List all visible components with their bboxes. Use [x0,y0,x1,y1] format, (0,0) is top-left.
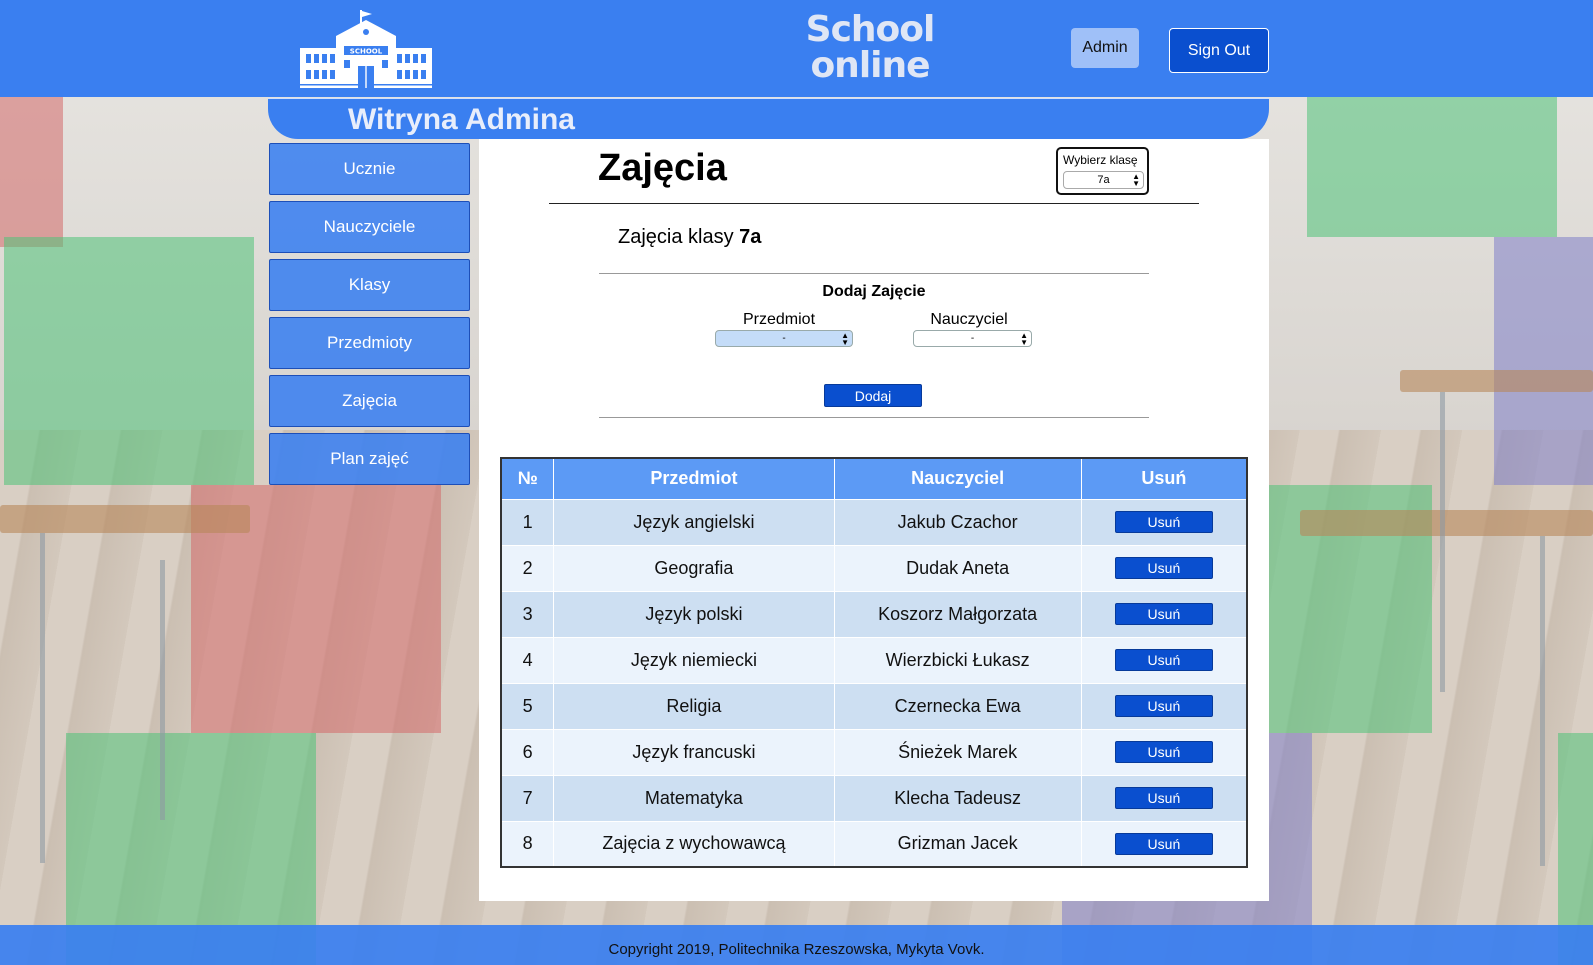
subject-select-value: - [782,333,786,344]
row-number: 1 [500,498,555,546]
banner-title: Witryna Admina [348,103,575,136]
sidebar-item-plan-zajec[interactable]: Plan zajęć [269,433,470,485]
class-picker-label: Wybierz klasę [1063,153,1138,167]
class-subtitle: Zajęcia klasy 7a [618,226,761,249]
form-bottom-divider [599,417,1149,418]
main-panel: Zajęcia Wybierz klasę 7a ▲ ▼ Zajęcia klas… [479,139,1269,901]
row-teacher: Dudak Aneta [833,544,1082,592]
row-number: 8 [500,820,555,868]
row-subject: Geografia [553,544,835,592]
teacher-label: Nauczyciel [930,311,1008,328]
table-row: 5 Religia Czernecka Ewa Usuń [500,682,1248,730]
select-arrows-icon: ▲ ▼ [841,331,849,347]
sidebar-item-ucznie[interactable]: Ucznie [269,143,470,195]
sign-out-button[interactable]: Sign Out [1169,28,1269,73]
subtitle-class: 7a [739,226,762,248]
column-header-no: № [500,457,555,500]
row-subject: Religia [553,682,835,730]
table-row: 7 Matematyka Klecha Tadeusz Usuń [500,774,1248,822]
row-teacher: Grizman Jacek [833,820,1082,868]
sidebar-item-przedmioty[interactable]: Przedmioty [269,317,470,369]
teacher-select-value: - [970,333,975,344]
school-building-logo-icon[interactable]: SCHOOL [300,10,432,90]
subtitle-prefix: Zajęcia klasy [618,226,734,248]
sidebar-nav: Ucznie Nauczyciele Klasy Przedmioty Zaję… [269,143,470,491]
row-teacher: Wierzbicki Łukasz [833,636,1082,684]
table-row: 6 Język francuski Śnieżek Marek Usuń [500,728,1248,776]
row-subject: Zajęcia z wychowawcą [553,820,835,868]
delete-button[interactable]: Usuń [1114,511,1213,533]
delete-button[interactable]: Usuń [1114,649,1213,671]
sidebar-item-zajecia[interactable]: Zajęcia [269,375,470,427]
sidebar-item-nauczyciele[interactable]: Nauczyciele [269,201,470,253]
column-header-teacher: Nauczyciel [833,457,1082,500]
class-select[interactable]: 7a ▲ ▼ [1063,171,1144,189]
add-class-heading: Dodaj Zajęcie [822,283,926,300]
select-arrows-icon: ▲ ▼ [1020,331,1028,347]
table-row: 3 Język polski Koszorz Małgorzata Usuń [500,590,1248,638]
footer: Copyright 2019, Politechnika Rzeszowska,… [0,925,1593,965]
row-subject: Język francuski [553,728,835,776]
row-number: 7 [500,774,555,822]
row-number: 4 [500,636,555,684]
table-row: 8 Zajęcia z wychowawcą Grizman Jacek Usu… [500,820,1248,868]
select-arrows-icon: ▲ ▼ [1132,172,1140,188]
admin-button[interactable]: Admin [1071,28,1139,68]
row-subject: Język polski [553,590,835,638]
page-title: Zajęcia [598,147,727,189]
table-row: 4 Język niemiecki Wierzbicki Łukasz Usuń [500,636,1248,684]
subject-label: Przedmiot [742,311,816,328]
class-select-value: 7a [1097,174,1110,186]
table-header-row: № Przedmiot Nauczyciel Usuń [500,457,1248,500]
row-number: 5 [500,682,555,730]
classes-table: № Przedmiot Nauczyciel Usuń 1 Język angi… [500,457,1248,868]
subject-select[interactable]: - ▲ ▼ [715,330,853,347]
top-header: SCHOOL School online Admin Sign Out [0,0,1593,97]
form-top-divider [599,273,1149,274]
row-teacher: Jakub Czachor [833,498,1082,546]
row-number: 3 [500,590,555,638]
logo-sign-text: SCHOOL [350,48,383,56]
brand-line-school: School [805,9,936,50]
row-teacher: Czernecka Ewa [833,682,1082,730]
row-teacher: Śnieżek Marek [833,728,1082,776]
admin-banner: Witryna Admina [268,98,1269,139]
footer-copyright: Copyright 2019, Politechnika Rzeszowska,… [608,941,985,958]
row-subject: Język angielski [553,498,835,546]
row-subject: Język niemiecki [553,636,835,684]
title-divider [549,203,1199,204]
delete-button[interactable]: Usuń [1114,832,1213,855]
row-number: 2 [500,544,555,592]
brand-line-online: online [810,45,930,86]
delete-button[interactable]: Usuń [1114,557,1213,579]
table-row: 2 Geografia Dudak Aneta Usuń [500,544,1248,592]
row-teacher: Klecha Tadeusz [833,774,1082,822]
site-brand: School online [795,12,945,84]
delete-button[interactable]: Usuń [1114,787,1213,809]
sidebar-item-klasy[interactable]: Klasy [269,259,470,311]
row-subject: Matematyka [553,774,835,822]
column-header-delete: Usuń [1080,457,1248,500]
table-row: 1 Język angielski Jakub Czachor Usuń [500,498,1248,546]
class-picker: Wybierz klasę 7a ▲ ▼ [1056,147,1149,195]
delete-button[interactable]: Usuń [1114,603,1213,625]
add-button[interactable]: Dodaj [824,384,922,407]
row-teacher: Koszorz Małgorzata [833,590,1082,638]
delete-button[interactable]: Usuń [1114,741,1213,763]
teacher-select[interactable]: - ▲ ▼ [913,330,1032,347]
column-header-subject: Przedmiot [553,457,835,500]
delete-button[interactable]: Usuń [1114,695,1213,717]
row-number: 6 [500,728,555,776]
